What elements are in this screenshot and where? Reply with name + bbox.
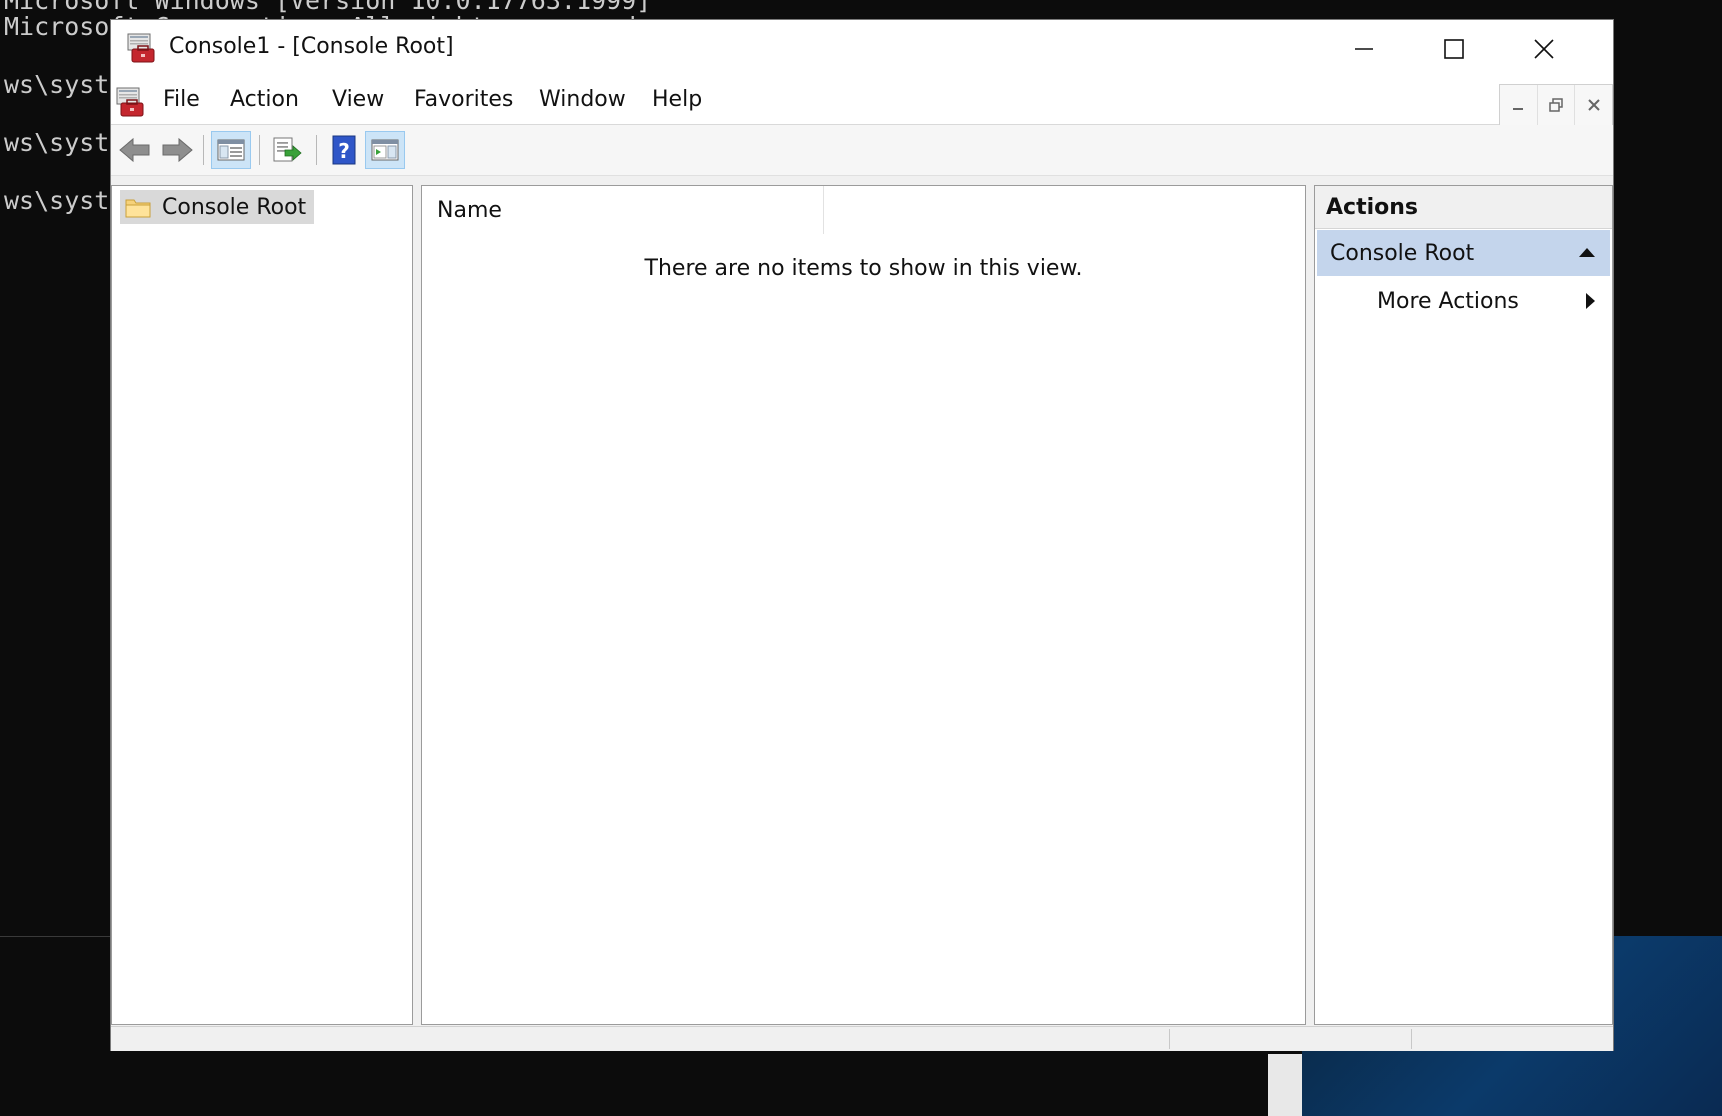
maximize-icon — [1444, 39, 1464, 59]
status-bar — [111, 1026, 1613, 1051]
close-button[interactable] — [1499, 20, 1589, 78]
column-header-label: Name — [437, 198, 502, 223]
menu-help[interactable]: Help — [652, 87, 702, 112]
tree-item-console-root[interactable]: Console Root — [120, 190, 315, 224]
menu-window[interactable]: Window — [539, 87, 626, 112]
back-arrow-icon — [119, 137, 150, 163]
child-close-button[interactable] — [1575, 85, 1612, 125]
more-actions-label: More Actions — [1377, 289, 1519, 314]
more-actions-item[interactable]: More Actions — [1317, 278, 1610, 324]
toolbar: ? — [111, 125, 1613, 176]
results-pane: Name There are no items to show in this … — [421, 185, 1306, 1025]
minimize-icon — [1513, 108, 1524, 110]
child-minimize-button[interactable] — [1500, 85, 1538, 125]
svg-text:?: ? — [338, 139, 350, 163]
menu-view[interactable]: View — [332, 87, 384, 112]
menu-action[interactable]: Action — [230, 87, 299, 112]
menu-bar: File Action View Favorites Window Help — [111, 78, 1613, 126]
toolbar-separator — [259, 135, 260, 165]
forward-button[interactable] — [157, 131, 197, 169]
column-header-name[interactable]: Name — [422, 186, 824, 234]
tree-item-label: Console Root — [162, 194, 307, 220]
export-list-icon — [273, 137, 302, 162]
status-separator — [1411, 1029, 1412, 1049]
close-icon — [1587, 99, 1600, 111]
forward-arrow-icon — [162, 137, 193, 163]
title-bar: Console1 - [Console Root] — [111, 20, 1613, 78]
mmc-app-icon — [127, 33, 155, 63]
toolbar-separator — [316, 135, 317, 165]
minimize-button[interactable] — [1319, 20, 1409, 78]
console-tree-pane: Console Root — [111, 185, 413, 1025]
show-hide-action-pane-button[interactable] — [365, 131, 405, 169]
collapse-up-icon — [1579, 248, 1595, 257]
menu-favorites[interactable]: Favorites — [414, 87, 513, 112]
status-separator — [1169, 1029, 1170, 1049]
empty-view-message: There are no items to show in this view. — [644, 256, 1083, 281]
actions-pane: Actions Console Root More Actions — [1314, 185, 1613, 1025]
actions-header-label: Actions — [1326, 195, 1418, 220]
submenu-arrow-icon — [1586, 293, 1595, 309]
menu-file[interactable]: File — [163, 87, 200, 112]
help-button[interactable]: ? — [324, 131, 364, 169]
console-tree-icon — [217, 139, 245, 161]
mmc-window: Console1 - [Console Root] File Action Vi… — [110, 19, 1614, 1051]
actions-section-console-root[interactable]: Console Root — [1317, 230, 1610, 276]
action-pane-icon — [371, 139, 399, 161]
back-button[interactable] — [115, 131, 155, 169]
desktop-strip — [1268, 1054, 1302, 1116]
export-list-button[interactable] — [267, 131, 307, 169]
child-restore-button[interactable] — [1538, 85, 1576, 125]
actions-header: Actions — [1315, 186, 1612, 229]
maximize-button[interactable] — [1409, 20, 1499, 78]
restore-icon — [1549, 98, 1563, 112]
folder-icon — [125, 199, 151, 218]
console-divider — [0, 936, 110, 937]
toolbar-separator — [203, 135, 204, 165]
minimize-icon — [1355, 48, 1373, 50]
show-hide-console-tree-button[interactable] — [211, 131, 251, 169]
child-window-controls — [1499, 84, 1613, 126]
close-icon — [1534, 39, 1554, 59]
console-system-menu-icon[interactable] — [114, 86, 146, 118]
help-icon: ? — [332, 135, 356, 165]
actions-section-label: Console Root — [1330, 241, 1475, 266]
window-title: Console1 - [Console Root] — [169, 34, 454, 59]
